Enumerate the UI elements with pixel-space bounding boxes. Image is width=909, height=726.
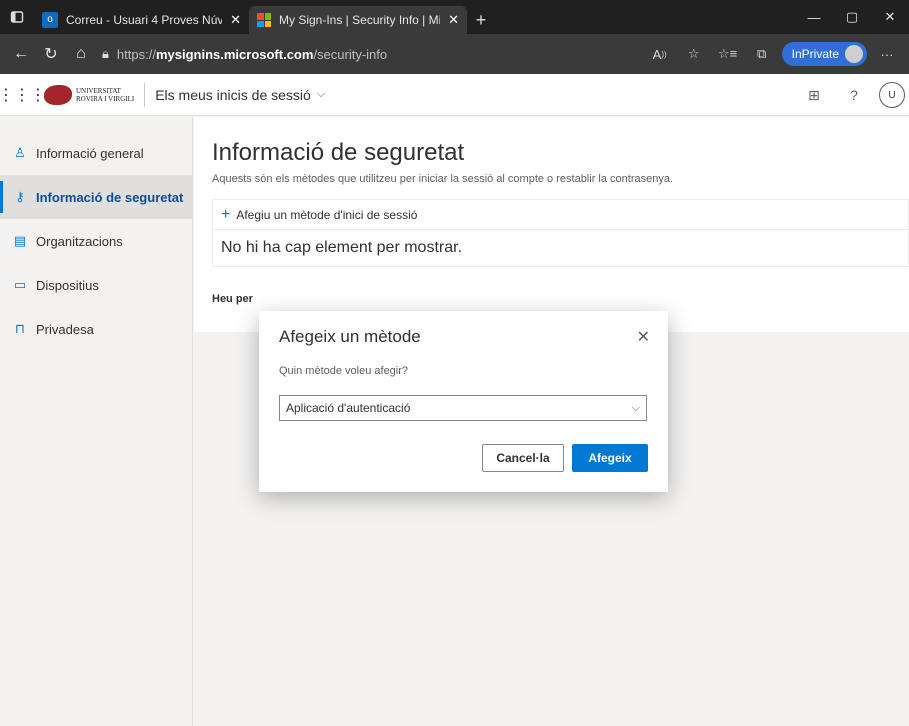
home-icon[interactable]: ⌂ [66, 39, 96, 69]
help-icon[interactable]: ? [839, 80, 869, 110]
sidebar-item-label: Organitzacions [36, 233, 123, 249]
sidebar-item-devices[interactable]: ▭ Dispositius [0, 263, 192, 307]
add-method-dialog: Afegeix un mètode ✕ Quin mètode voleu af… [259, 311, 668, 492]
app-launcher-icon[interactable]: ⋮⋮⋮ [0, 74, 46, 116]
microsoft-logo-icon [257, 13, 271, 27]
outlook-icon: o [42, 12, 58, 28]
read-aloud-icon[interactable]: A)) [646, 40, 674, 68]
briefcase-icon: ▤ [13, 233, 27, 248]
sidebar-item-overview[interactable]: ♙ Informació general [0, 131, 192, 175]
minimize-icon[interactable]: — [795, 0, 833, 34]
sidebar: ♙ Informació general ⚷ Informació de seg… [0, 117, 193, 726]
inprivate-label: InPrivate [791, 47, 839, 61]
toolbar-right: A)) ☆ ☆≡ ⧉ InPrivate ··· [646, 34, 901, 74]
urv-logo-mark [44, 84, 72, 105]
add-method-link[interactable]: + Afegiu un mètode d'inici de sessió [213, 200, 908, 230]
close-icon[interactable]: ✕ [637, 327, 650, 347]
new-tab-button[interactable]: + [467, 6, 495, 34]
tab-title: My Sign-Ins | Security Info | Micr [279, 13, 441, 27]
app-title-label: Els meus inicis de sessió [155, 86, 311, 103]
collections-icon[interactable]: ⧉ [748, 40, 776, 68]
add-favorite-icon[interactable]: ☆ [680, 40, 708, 68]
user-avatar[interactable]: U [879, 82, 905, 108]
url-path: /security-info [313, 46, 388, 62]
browser-tab-mail[interactable]: o Correu - Usuari 4 Proves Núvol C ✕ [34, 6, 249, 34]
dialog-actions: Cancel·la Afegeix [482, 444, 648, 472]
add-method-label: Afegiu un mètode d'inici de sessió [236, 207, 418, 222]
lock-icon[interactable]: 🔒︎ [102, 46, 109, 62]
sidebar-item-security-info[interactable]: ⚷ Informació de seguretat [0, 175, 192, 219]
browser-tab-mysignins[interactable]: My Sign-Ins | Security Info | Micr ✕ [249, 6, 467, 34]
sidebar-item-label: Dispositius [36, 277, 99, 293]
person-icon: ♙ [14, 145, 26, 160]
url-field[interactable]: 🔒︎ https://mysignins.microsoft.com/secur… [102, 40, 622, 68]
laptop-icon: ▭ [13, 277, 27, 292]
close-tab-icon[interactable]: ✕ [230, 12, 241, 28]
more-icon[interactable]: ··· [873, 40, 901, 68]
tab-title: Correu - Usuari 4 Proves Núvol C [66, 13, 223, 27]
app-title[interactable]: Els meus inicis de sessió ⌵ [155, 87, 325, 103]
chevron-down-icon: ⌵ [631, 401, 640, 414]
add-button[interactable]: Afegeix [572, 444, 648, 472]
address-bar-row: ← ↻ ⌂ 🔒︎ https://mysignins.microsoft.com… [0, 34, 909, 74]
profile-avatar-icon [845, 45, 863, 63]
sidebar-item-label: Informació de seguretat [36, 189, 184, 205]
urv-logo[interactable]: UNIVERSITAT ROVIRA I VIRGILI [44, 82, 146, 107]
security-info-icon: ⚷ [15, 189, 25, 204]
back-icon[interactable]: ← [6, 39, 36, 69]
favorites-icon[interactable]: ☆≡ [714, 40, 742, 68]
organization-icon[interactable]: ⊞ [799, 80, 829, 110]
dialog-question: Quin mètode voleu afegir? [279, 365, 409, 377]
tab-actions-icon[interactable] [0, 0, 34, 34]
app-header: ⋮⋮⋮ UNIVERSITAT ROVIRA I VIRGILI Els meu… [0, 74, 909, 116]
lock-icon: ⊓ [14, 321, 26, 336]
header-right: ⊞ ? U [799, 74, 905, 116]
sidebar-item-organizations[interactable]: ▤ Organitzacions [0, 219, 192, 263]
close-window-icon[interactable]: ✕ [871, 0, 909, 34]
sidebar-item-privacy[interactable]: ⊓ Privadesa [0, 307, 192, 351]
url-host: mysignins.microsoft.com [155, 46, 314, 62]
window-controls: — ▢ ✕ [795, 0, 909, 34]
urv-logo-text: UNIVERSITAT ROVIRA I VIRGILI [76, 86, 135, 103]
dialog-title: Afegeix un mètode [279, 327, 421, 346]
sidebar-item-label: Privadesa [36, 321, 94, 337]
page-subtitle: Aquests són els mètodes que utilitzeu pe… [212, 173, 674, 185]
methods-card: + Afegiu un mètode d'inici de sessió No … [212, 199, 909, 267]
inprivate-badge[interactable]: InPrivate [781, 42, 867, 66]
empty-state: No hi ha cap element per mostrar. [221, 239, 463, 256]
maximize-icon[interactable]: ▢ [833, 0, 871, 34]
close-tab-icon[interactable]: ✕ [448, 12, 459, 28]
sidebar-item-label: Informació general [36, 145, 144, 161]
refresh-icon[interactable]: ↻ [36, 39, 66, 69]
page-title: Informació de seguretat [212, 139, 465, 166]
method-select-value: Aplicació d'autenticació [286, 401, 411, 415]
method-select[interactable]: Aplicació d'autenticació ⌵ [279, 395, 647, 421]
cancel-button[interactable]: Cancel·la [482, 444, 564, 472]
lost-device-text: Heu per [212, 293, 253, 305]
add-icon: + [221, 205, 231, 223]
browser-tab-bar: o Correu - Usuari 4 Proves Núvol C ✕ My … [0, 0, 909, 34]
url-prefix: https:// [116, 46, 156, 62]
chevron-down-icon: ⌵ [316, 88, 326, 100]
